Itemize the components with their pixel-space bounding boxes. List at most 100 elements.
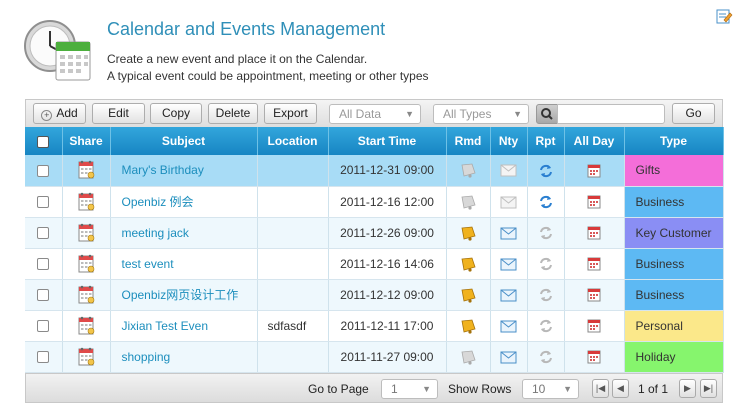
notify-on-icon[interactable]	[500, 351, 517, 364]
col-all-day[interactable]: All Day	[564, 127, 625, 155]
repeat-off-icon[interactable]	[539, 288, 553, 302]
notify-off-icon[interactable]	[500, 196, 517, 209]
share-cell[interactable]	[62, 248, 111, 280]
repeat-off-icon[interactable]	[539, 350, 553, 364]
notify-cell	[490, 279, 528, 311]
subject-cell[interactable]: Mary's Birthday	[110, 155, 258, 187]
row-checkbox[interactable]	[37, 351, 50, 364]
share-calendar-icon	[78, 223, 95, 241]
subject-cell[interactable]: Jixian Test Even	[110, 310, 258, 342]
all-day-calendar-icon[interactable]	[587, 287, 601, 302]
col-start-time[interactable]: Start Time	[328, 127, 447, 155]
start-time-cell: 2011-12-12 09:00	[328, 279, 447, 311]
share-cell[interactable]	[62, 310, 111, 342]
reminder-cell	[446, 217, 491, 249]
all-day-cell	[564, 248, 625, 280]
subject-cell[interactable]: Openbiz 例会	[110, 186, 258, 218]
table-row[interactable]: meeting jack 2011-12-26 09:00 Key Customer	[25, 217, 724, 249]
table-row[interactable]: Openbiz网页设计工作 2011-12-12 09:00 Business	[25, 279, 724, 311]
repeat-on-icon[interactable]	[539, 195, 553, 209]
prev-page-button[interactable]: ◀	[612, 379, 629, 398]
share-calendar-icon	[78, 316, 95, 334]
edit-button[interactable]: Edit	[92, 103, 145, 124]
reminder-cell	[446, 248, 491, 280]
repeat-on-icon[interactable]	[539, 164, 553, 178]
type-cell: Business	[624, 279, 724, 311]
col-subject[interactable]: Subject	[110, 127, 258, 155]
edit-note-icon[interactable]	[715, 7, 733, 25]
subject-cell[interactable]: Openbiz网页设计工作	[110, 279, 258, 311]
repeat-off-icon[interactable]	[539, 257, 553, 271]
col-type[interactable]: Type	[624, 127, 724, 155]
repeat-off-icon[interactable]	[539, 226, 553, 240]
all-day-calendar-icon[interactable]	[587, 225, 601, 240]
row-checkbox[interactable]	[37, 320, 50, 333]
reminder-off-icon[interactable]	[459, 161, 477, 179]
share-cell[interactable]	[62, 186, 111, 218]
data-filter-value: All Data	[339, 107, 382, 121]
row-checkbox[interactable]	[37, 165, 50, 178]
row-checkbox[interactable]	[37, 196, 50, 209]
notify-off-icon[interactable]	[500, 164, 517, 177]
first-page-button[interactable]: |◀	[592, 379, 609, 398]
select-all-checkbox[interactable]	[37, 135, 50, 148]
table-row[interactable]: Jixian Test Even sdfasdf 2011-12-11 17:00 P…	[25, 310, 724, 342]
table-row[interactable]: Openbiz 例会 2011-12-16 12:00 Business	[25, 186, 724, 218]
type-cell: Gifts	[624, 155, 724, 187]
subject-cell[interactable]: meeting jack	[110, 217, 258, 249]
add-button[interactable]: + Add	[33, 103, 86, 124]
col-location[interactable]: Location	[257, 127, 329, 155]
notify-on-icon[interactable]	[500, 258, 517, 271]
search-input[interactable]	[557, 104, 665, 124]
row-checkbox[interactable]	[37, 258, 50, 271]
row-checkbox[interactable]	[37, 289, 50, 302]
rows-per-page-value: 10	[532, 382, 546, 396]
export-button[interactable]: Export	[264, 103, 317, 124]
all-day-calendar-icon[interactable]	[587, 256, 601, 271]
rows-per-page-select[interactable]: 10 ▼	[522, 379, 579, 399]
reminder-on-icon[interactable]	[459, 286, 477, 304]
all-day-calendar-icon[interactable]	[587, 163, 601, 178]
notify-on-icon[interactable]	[500, 289, 517, 302]
share-cell[interactable]	[62, 279, 111, 311]
repeat-cell	[527, 186, 565, 218]
page-select[interactable]: 1 ▼	[381, 379, 438, 399]
table-row[interactable]: shopping 2011-11-27 09:00 Holiday	[25, 341, 724, 373]
reminder-off-icon[interactable]	[459, 348, 477, 366]
subject-cell[interactable]: shopping	[110, 341, 258, 373]
delete-button[interactable]: Delete	[208, 103, 258, 124]
col-reminder[interactable]: Rmd	[446, 127, 491, 155]
col-share[interactable]: Share	[62, 127, 111, 155]
share-cell[interactable]	[62, 341, 111, 373]
row-checkbox[interactable]	[37, 227, 50, 240]
all-day-calendar-icon[interactable]	[587, 194, 601, 209]
reminder-on-icon[interactable]	[459, 317, 477, 335]
data-filter-select[interactable]: All Data ▼	[329, 104, 421, 124]
share-cell[interactable]	[62, 217, 111, 249]
reminder-on-icon[interactable]	[459, 224, 477, 242]
all-day-calendar-icon[interactable]	[587, 318, 601, 333]
col-notify[interactable]: Nty	[490, 127, 528, 155]
notify-on-icon[interactable]	[500, 320, 517, 333]
go-button[interactable]: Go	[672, 103, 715, 124]
search-button[interactable]	[536, 104, 558, 124]
chevron-down-icon: ▼	[513, 109, 522, 119]
copy-button[interactable]: Copy	[150, 103, 202, 124]
last-page-button[interactable]: ▶|	[700, 379, 717, 398]
col-repeat[interactable]: Rpt	[527, 127, 565, 155]
table-row[interactable]: Mary's Birthday 2011-12-31 09:00 Gifts	[25, 155, 724, 187]
repeat-off-icon[interactable]	[539, 319, 553, 333]
table-row[interactable]: test event 2011-12-16 14:06 Business	[25, 248, 724, 280]
reminder-on-icon[interactable]	[459, 255, 477, 273]
all-day-calendar-icon[interactable]	[587, 349, 601, 364]
type-filter-select[interactable]: All Types ▼	[433, 104, 529, 124]
row-select-cell	[25, 217, 63, 249]
events-table: Share Subject Location Start Time Rmd Nt…	[25, 127, 724, 373]
share-cell[interactable]	[62, 155, 111, 187]
location-cell	[257, 155, 329, 187]
notify-on-icon[interactable]	[500, 227, 517, 240]
subject-cell[interactable]: test event	[110, 248, 258, 280]
reminder-off-icon[interactable]	[459, 193, 477, 211]
next-page-button[interactable]: ▶	[679, 379, 696, 398]
type-cell: Business	[624, 248, 724, 280]
